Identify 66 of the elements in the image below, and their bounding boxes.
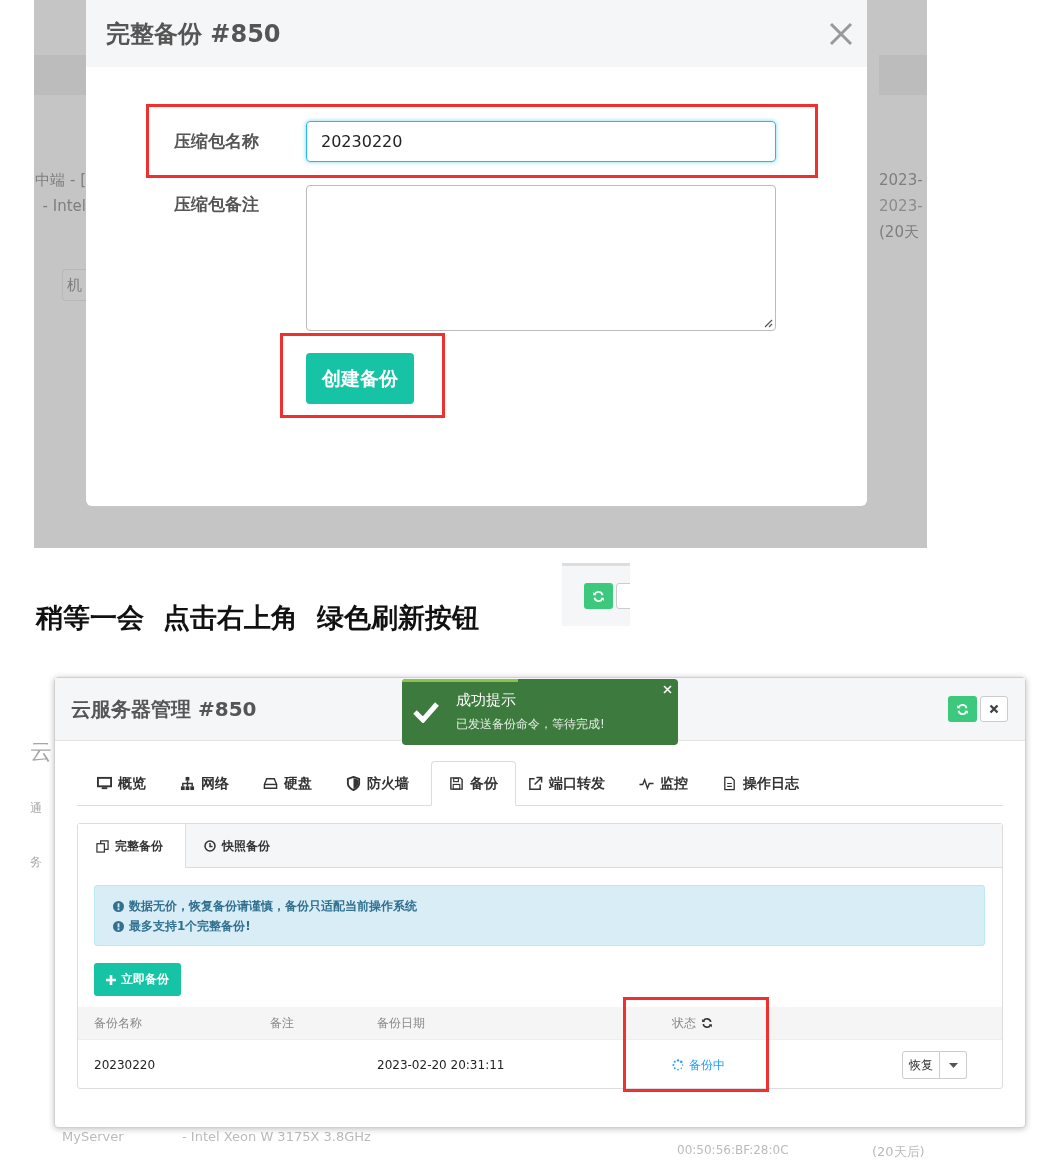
tab[interactable]: 硬盘 bbox=[251, 761, 334, 806]
instruction-text: 稍等一会 点击右上角 绿色刷新按钮 bbox=[34, 601, 480, 635]
close-button[interactable] bbox=[980, 696, 1008, 722]
sitemap-icon bbox=[180, 776, 195, 791]
tab[interactable]: 网络 bbox=[168, 761, 251, 806]
input-field[interactable]: 20230220 bbox=[306, 120, 776, 162]
textarea-field[interactable] bbox=[306, 185, 776, 331]
caret-icon bbox=[948, 1062, 958, 1068]
document-icon bbox=[724, 776, 735, 791]
tab[interactable]: 监控 bbox=[627, 761, 710, 806]
tab[interactable]: 端口转发 bbox=[516, 761, 627, 806]
dialog-title: 完整备份 #850 bbox=[106, 18, 281, 50]
close-icon[interactable] bbox=[829, 21, 853, 46]
table-cell-text: 2023-02-20 20:31:11 bbox=[377, 1058, 506, 1072]
backdrop-text: - Intel Xeon W 3175X 3.8GHz bbox=[182, 1129, 371, 1144]
refresh-icon bbox=[701, 1017, 713, 1029]
refresh-icon bbox=[592, 589, 605, 603]
notice-text: 最多支持1个完整备份! bbox=[129, 918, 251, 935]
drive-icon bbox=[263, 778, 278, 789]
subtab[interactable]: 完整备份 bbox=[78, 824, 186, 868]
plus-icon bbox=[106, 974, 116, 985]
close-icon bbox=[989, 704, 999, 714]
check-icon bbox=[412, 701, 440, 723]
external-link-icon bbox=[529, 776, 543, 790]
tab[interactable]: 备份 bbox=[431, 761, 516, 806]
backdrop-text: 务 bbox=[30, 854, 42, 871]
clock-icon bbox=[204, 840, 216, 852]
field-label: 压缩包备注 bbox=[174, 193, 260, 216]
field-label: 压缩包名称 bbox=[174, 129, 260, 153]
backdrop-text: (20天 bbox=[879, 222, 920, 243]
shield-icon bbox=[346, 776, 361, 791]
backdrop-text: 云 bbox=[30, 738, 52, 766]
refresh-icon bbox=[956, 702, 969, 716]
backdrop-text: 2023- bbox=[879, 196, 924, 217]
column-header: 备份日期 bbox=[377, 1015, 425, 1030]
tab[interactable]: 概览 bbox=[85, 761, 168, 806]
backdrop-text: MyServer bbox=[62, 1129, 124, 1144]
resize-grip-icon[interactable] bbox=[763, 318, 773, 328]
tab[interactable]: 操作日志 bbox=[710, 761, 821, 806]
backdrop-text: - Intel bbox=[42, 196, 86, 217]
backdrop-text: 通 bbox=[30, 800, 42, 817]
exclamation-icon bbox=[113, 921, 124, 932]
status-text: 备份中 bbox=[689, 1056, 725, 1074]
backdrop-text: (20天后) bbox=[872, 1143, 925, 1161]
dropdown-button[interactable] bbox=[940, 1051, 967, 1079]
subtab[interactable]: 快照备份 bbox=[186, 824, 293, 868]
copy-icon bbox=[96, 839, 109, 853]
floppy-icon bbox=[450, 777, 463, 790]
backdrop-text: 2023- bbox=[879, 170, 924, 191]
pulse-icon bbox=[639, 777, 654, 791]
restore-button[interactable]: 恢复 bbox=[902, 1051, 940, 1079]
column-header: 备注 bbox=[270, 1015, 294, 1030]
panel-title: 云服务器管理 #850 bbox=[71, 695, 257, 723]
column-header: 状态 bbox=[672, 1014, 696, 1032]
refresh-button[interactable] bbox=[584, 583, 613, 609]
toast-title: 成功提示 bbox=[456, 691, 517, 710]
toast-message: 已发送备份命令，等待完成! bbox=[456, 716, 605, 733]
spinner-icon bbox=[672, 1059, 684, 1071]
backdrop-text: 00:50:56:BF:28:0C bbox=[677, 1143, 789, 1157]
backdrop-text: 中端 - [ bbox=[35, 170, 86, 191]
table-cell-text: 20230220 bbox=[94, 1058, 157, 1072]
notice-text: 数据无价，恢复备份请谨慎，备份只适配当前操作系统 bbox=[129, 898, 417, 915]
monitor-icon bbox=[97, 776, 112, 790]
exclamation-icon bbox=[113, 901, 124, 912]
column-header: 备份名称 bbox=[94, 1015, 142, 1030]
tab[interactable]: 防火墙 bbox=[334, 761, 431, 806]
